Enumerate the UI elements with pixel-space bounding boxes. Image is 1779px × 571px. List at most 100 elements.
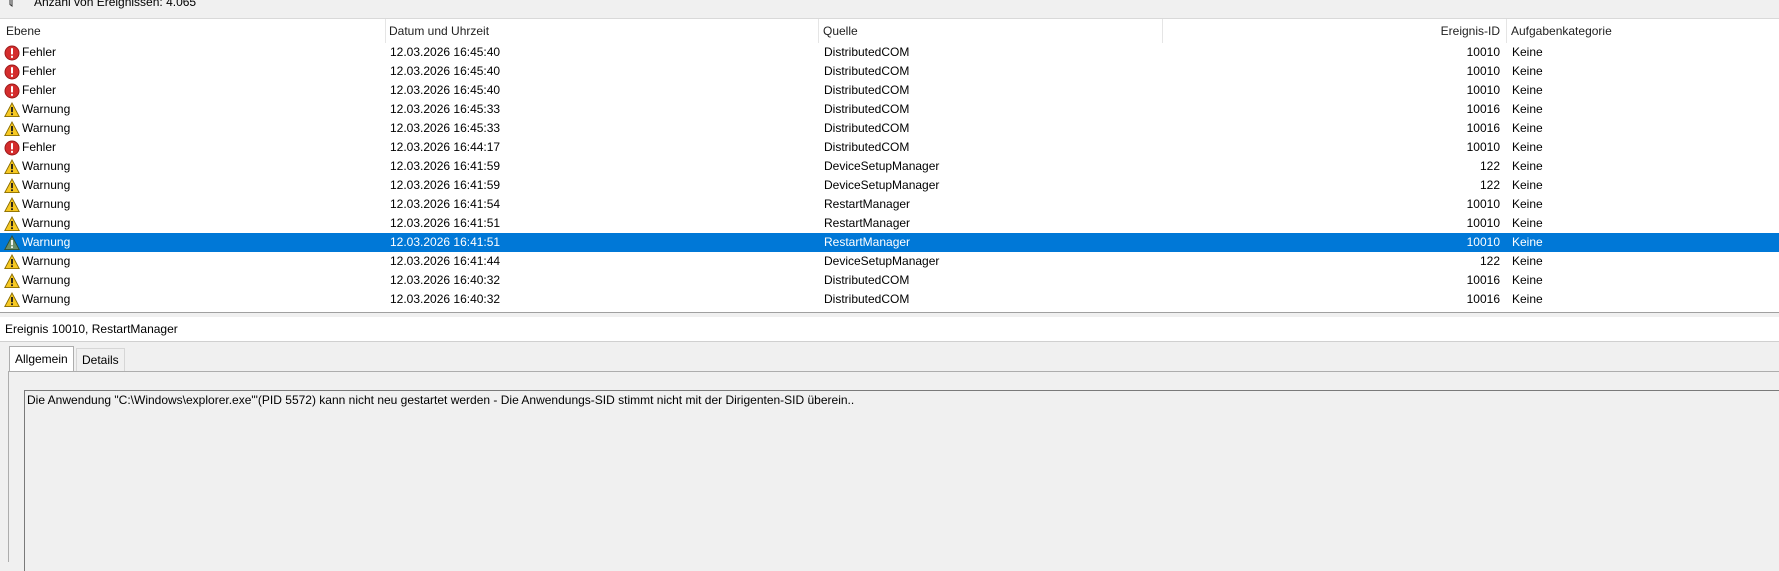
cell-level: Warnung (22, 273, 71, 287)
cell-source: RestartManager (824, 216, 911, 230)
column-divider[interactable] (1162, 19, 1163, 43)
cell-date: 12.03.2026 16:45:40 (390, 45, 501, 59)
cell-task-category: Keine (1512, 121, 1543, 135)
table-row[interactable]: Warnung 12.03.2026 16:41:59 DeviceSetupMan… (0, 157, 1779, 176)
column-header-source[interactable]: Quelle (823, 19, 858, 43)
cell-task-category: Keine (1512, 102, 1543, 116)
event-count-label: Anzahl von Ereignissen: 4.065 (34, 0, 197, 9)
column-divider[interactable] (1506, 19, 1507, 43)
cell-task-category: Keine (1512, 64, 1543, 78)
table-row[interactable]: Warnung 12.03.2026 16:41:54 RestartManager… (0, 195, 1779, 214)
cell-task-category: Keine (1512, 216, 1543, 230)
cell-level: Warnung (22, 292, 71, 306)
cell-task-category: Keine (1512, 273, 1543, 287)
event-list-header: Ebene Datum und Uhrzeit Quelle Ereignis-… (0, 19, 1779, 43)
warning-icon (4, 254, 20, 270)
cell-source: DistributedCOM (824, 64, 910, 78)
cell-date: 12.03.2026 16:45:33 (390, 102, 501, 116)
cell-level: Warnung (22, 216, 71, 230)
warning-icon (4, 197, 20, 213)
filter-bar: Anzahl von Ereignissen: 4.065 (0, 0, 1779, 18)
cell-task-category: Keine (1512, 45, 1543, 59)
column-divider[interactable] (385, 19, 386, 43)
cell-level: Fehler (22, 64, 57, 78)
error-icon (4, 64, 20, 80)
warning-icon (4, 216, 20, 232)
table-row[interactable]: Warnung 12.03.2026 16:40:32 DistributedCOM… (0, 290, 1779, 309)
cell-event-id: 10016 (1466, 121, 1500, 135)
table-row[interactable]: Warnung 12.03.2026 16:41:51 RestartManager… (0, 233, 1779, 252)
cell-date: 12.03.2026 16:41:51 (390, 216, 501, 230)
column-header-level[interactable]: Ebene (6, 19, 41, 43)
warning-icon (4, 273, 20, 289)
event-detail-title-text: Ereignis 10010, RestartManager (5, 322, 178, 336)
cell-source: DistributedCOM (824, 102, 910, 116)
cell-source: DeviceSetupManager (824, 254, 940, 268)
cell-date: 12.03.2026 16:41:44 (390, 254, 501, 268)
cell-date: 12.03.2026 16:41:59 (390, 159, 501, 173)
cell-task-category: Keine (1512, 83, 1543, 97)
tab-panel-general: Die Anwendung "C:\Windows\explorer.exe"'… (8, 371, 1779, 571)
table-row[interactable]: Warnung 12.03.2026 16:40:32 DistributedCOM… (0, 271, 1779, 290)
cell-level: Fehler (22, 140, 57, 154)
event-message-box[interactable]: Die Anwendung "C:\Windows\explorer.exe"'… (24, 390, 1779, 571)
cell-source: DistributedCOM (824, 273, 910, 287)
event-message-text[interactable]: Die Anwendung "C:\Windows\explorer.exe"'… (27, 393, 854, 407)
cell-event-id: 10010 (1466, 45, 1500, 59)
tab-details[interactable]: Details (76, 348, 125, 371)
cell-event-id: 10010 (1466, 197, 1500, 211)
cell-level: Warnung (22, 121, 71, 135)
table-row[interactable]: Warnung 12.03.2026 16:41:44 DeviceSetupMan… (0, 252, 1779, 271)
warning-icon (4, 102, 20, 118)
cell-source: DeviceSetupManager (824, 159, 940, 173)
cell-level: Warnung (22, 254, 71, 268)
cell-level: Fehler (22, 45, 57, 59)
column-header-date[interactable]: Datum und Uhrzeit (389, 19, 489, 43)
cell-task-category: Keine (1512, 235, 1543, 249)
cell-date: 12.03.2026 16:45:33 (390, 121, 501, 135)
table-row[interactable]: Fehler 12.03.2026 16:44:17 DistributedCOM 1… (0, 138, 1779, 157)
warning-icon (4, 292, 20, 308)
cell-level: Warnung (22, 197, 71, 211)
cell-source: DistributedCOM (824, 292, 910, 306)
cell-event-id: 10010 (1466, 140, 1500, 154)
table-row[interactable]: Fehler 12.03.2026 16:45:40 DistributedCOM 1… (0, 43, 1779, 62)
warning-icon (4, 235, 20, 251)
cell-source: DistributedCOM (824, 83, 910, 97)
cell-date: 12.03.2026 16:44:17 (390, 140, 501, 154)
cell-date: 12.03.2026 16:40:32 (390, 273, 501, 287)
warning-icon (4, 178, 20, 194)
cell-date: 12.03.2026 16:41:51 (390, 235, 501, 249)
table-row[interactable]: Warnung 12.03.2026 16:41:59 DeviceSetupMan… (0, 176, 1779, 195)
event-rows: Fehler 12.03.2026 16:45:40 DistributedCOM 1… (0, 43, 1779, 309)
cell-date: 12.03.2026 16:45:40 (390, 83, 501, 97)
cell-level: Warnung (22, 159, 71, 173)
warning-icon (4, 159, 20, 175)
cell-source: DistributedCOM (824, 45, 910, 59)
cell-task-category: Keine (1512, 140, 1543, 154)
cell-event-id: 10010 (1466, 83, 1500, 97)
cell-date: 12.03.2026 16:41:59 (390, 178, 501, 192)
table-row[interactable]: Fehler 12.03.2026 16:45:40 DistributedCOM 1… (0, 62, 1779, 81)
cell-event-id: 122 (1479, 159, 1500, 173)
cell-source: DeviceSetupManager (824, 178, 940, 192)
tab-general[interactable]: Allgemein (9, 346, 74, 372)
column-header-task-category[interactable]: Aufgabenkategorie (1511, 19, 1612, 43)
cell-source: RestartManager (824, 197, 911, 211)
cell-task-category: Keine (1512, 159, 1543, 173)
cell-event-id: 10010 (1466, 64, 1500, 78)
cell-event-id: 10016 (1466, 292, 1500, 306)
warning-icon (4, 121, 20, 137)
cell-event-id: 10016 (1466, 273, 1500, 287)
event-list[interactable]: Ebene Datum und Uhrzeit Quelle Ereignis-… (0, 18, 1779, 313)
error-icon (4, 140, 20, 156)
column-divider[interactable] (818, 19, 819, 43)
table-row[interactable]: Fehler 12.03.2026 16:45:40 DistributedCOM 1… (0, 81, 1779, 100)
table-row[interactable]: Warnung 12.03.2026 16:41:51 RestartManager… (0, 214, 1779, 233)
cell-level: Warnung (22, 102, 71, 116)
column-header-event-id[interactable]: Ereignis-ID (1200, 19, 1500, 43)
cell-level: Warnung (22, 235, 71, 249)
table-row[interactable]: Warnung 12.03.2026 16:45:33 DistributedCOM… (0, 119, 1779, 138)
cell-date: 12.03.2026 16:40:32 (390, 292, 501, 306)
table-row[interactable]: Warnung 12.03.2026 16:45:33 DistributedCOM… (0, 100, 1779, 119)
